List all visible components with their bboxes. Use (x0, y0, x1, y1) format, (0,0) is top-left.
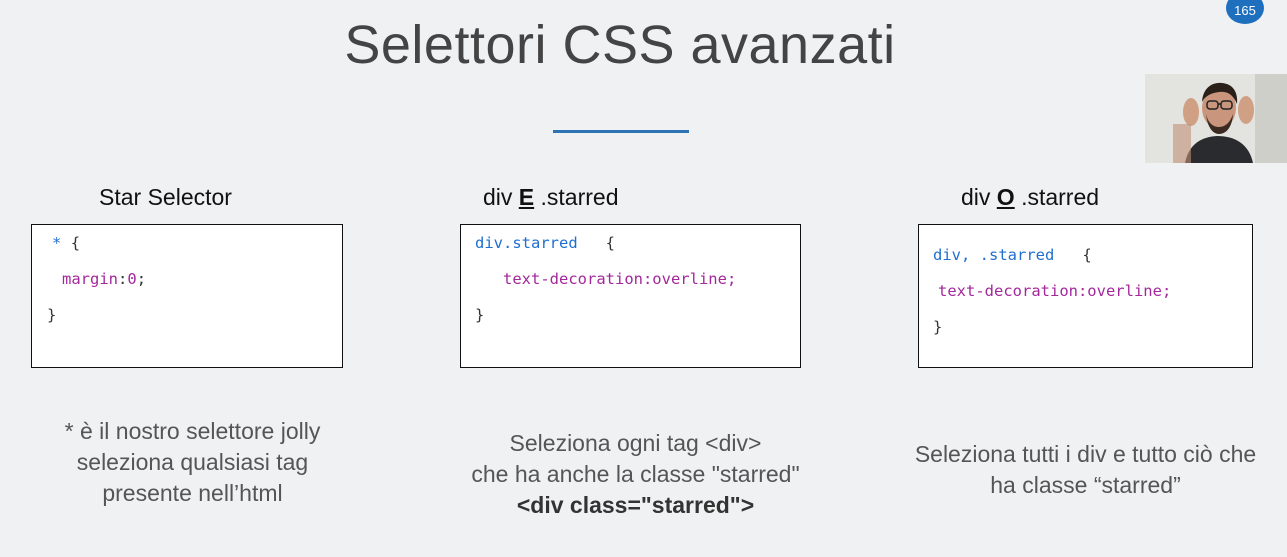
description-star-selector: * è il nostro selettore jolly seleziona … (20, 416, 365, 509)
code-selector: div.starred (475, 234, 578, 252)
code-close-brace: } (475, 306, 485, 324)
code-colon: : (118, 270, 128, 288)
code-value: 0 (127, 270, 137, 288)
description-line: Seleziona tutti i div e tutto ciò che (914, 441, 1257, 467)
code-close-brace: } (933, 318, 943, 336)
section-title-keyword: O (996, 184, 1015, 210)
description-line: presente nell’html (102, 480, 283, 506)
code-line-2: margin:0; (62, 270, 146, 288)
code-close-brace: } (47, 306, 57, 324)
description-line: seleziona qualsiasi tag (76, 449, 309, 475)
description-div-and-starred: Seleziona ogni tag <div> che ha anche la… (448, 428, 823, 521)
section-title-suffix: .starred (1014, 184, 1100, 210)
section-title-div-or-starred: div O .starred (961, 184, 1099, 211)
title-underline (553, 130, 689, 133)
section-title-prefix: div (961, 184, 997, 210)
code-box-star-selector: * { margin:0; } (31, 224, 343, 368)
code-open-brace: { (1082, 246, 1092, 264)
code-declaration: text-decoration:overline; (938, 282, 1172, 300)
code-semicolon: ; (136, 270, 147, 288)
code-property: margin (62, 270, 118, 288)
code-declaration: text-decoration:overline; (503, 270, 737, 288)
code-selector: div, .starred (933, 246, 1055, 264)
code-line-1: div.starred { (475, 234, 615, 252)
presenter-webcam-icon (1145, 74, 1287, 163)
section-title-div-and-starred: div E .starred (483, 184, 619, 211)
presenter-webcam-overlay (1145, 74, 1287, 163)
description-line: che ha anche la classe "starred" (471, 461, 800, 487)
code-line-1: div, .starred { (933, 246, 1092, 264)
code-open-brace: { (605, 234, 615, 252)
code-box-div-or-starred: div, .starred { text-decoration:overline… (918, 224, 1253, 368)
code-open-brace: { (70, 234, 81, 252)
code-box-div-and-starred: div.starred { text-decoration:overline; … (460, 224, 801, 368)
description-code-example: <div class="starred"> (516, 492, 755, 518)
slide-title: Selettori CSS avanzati (344, 15, 896, 75)
code-line-1: * { (52, 234, 80, 252)
description-line: ha classe “starred” (990, 472, 1181, 498)
section-title-suffix: .starred (534, 184, 619, 210)
description-line: Seleziona ogni tag <div> (509, 430, 762, 456)
section-title-star-selector: Star Selector (99, 184, 232, 210)
section-title-keyword: E (518, 184, 535, 210)
description-div-or-starred: Seleziona tutti i div e tutto ciò che ha… (884, 439, 1287, 501)
description-line: * è il nostro selettore jolly (64, 418, 321, 444)
section-title-prefix: div (483, 184, 519, 210)
code-selector: * (52, 234, 62, 252)
